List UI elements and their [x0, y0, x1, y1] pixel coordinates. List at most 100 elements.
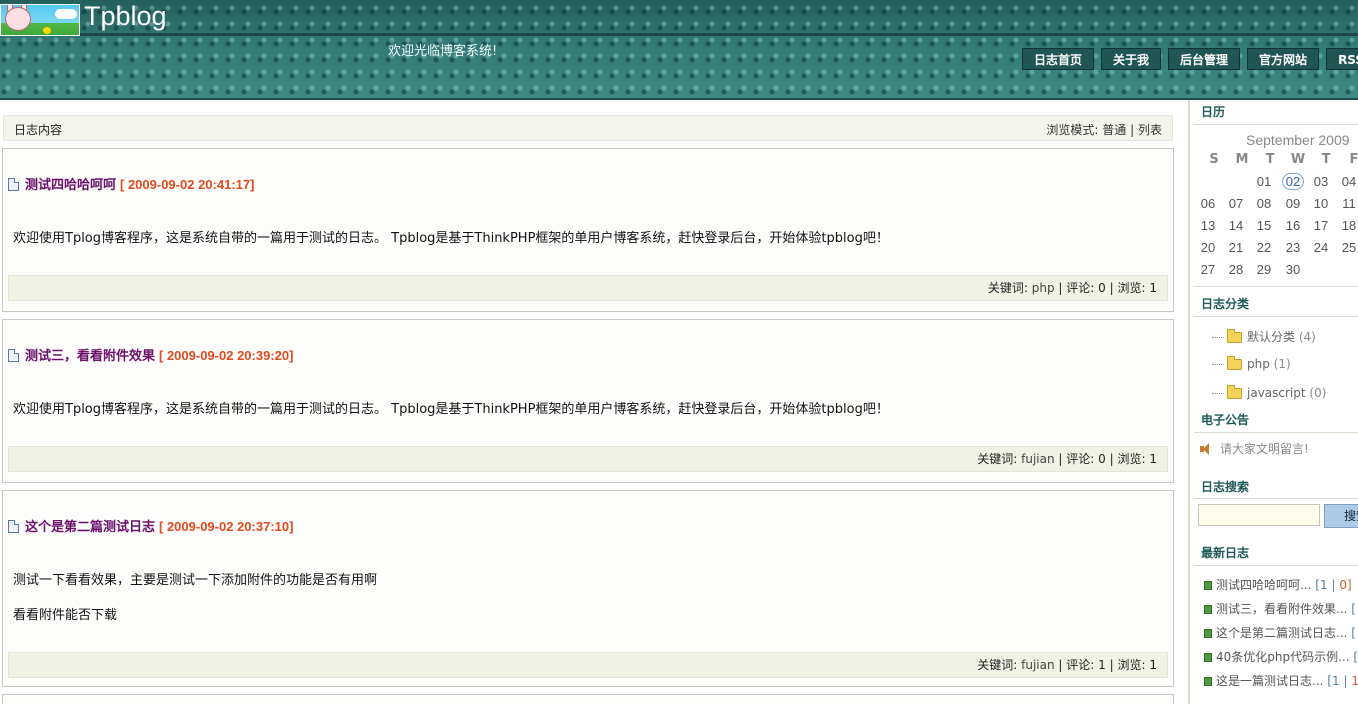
- search-input[interactable]: [1198, 504, 1320, 526]
- post-date: [ 2009-09-02 20:41:17]: [120, 177, 255, 192]
- latest-post-title[interactable]: 40条优化php代码示例...: [1216, 650, 1350, 664]
- calendar-day[interactable]: 16: [1282, 218, 1304, 233]
- post-title[interactable]: 这个是第二篇测试日志: [25, 520, 155, 535]
- calendar-day[interactable]: 28: [1225, 262, 1247, 277]
- post-body-line: 看看附件能否下载: [13, 608, 118, 623]
- post-title[interactable]: 测试三，看看附件效果: [25, 349, 155, 364]
- notice-title: 电子公告: [1201, 413, 1250, 427]
- latest-post-title[interactable]: 这是一篇测试日志...: [1216, 674, 1323, 688]
- calendar-day[interactable]: 11: [1338, 196, 1358, 211]
- nav-rss[interactable]: RSS: [1326, 48, 1358, 70]
- keyword-link[interactable]: fujian: [1021, 658, 1054, 672]
- calendar-day[interactable]: 21: [1225, 240, 1247, 255]
- calendar-day[interactable]: 07: [1225, 196, 1247, 211]
- keyword-link[interactable]: php: [1032, 281, 1055, 295]
- calendar-day[interactable]: 29: [1253, 262, 1275, 277]
- calendar-day[interactable]: 18: [1338, 218, 1358, 233]
- category-item[interactable]: php (1): [1212, 356, 1291, 371]
- post-body: 欢迎使用Tplog博客程序，这是系统自带的一篇用于测试的日志。 Tpblog是基…: [13, 402, 889, 417]
- sidebar: 日历 September 2009 S M T W T F 01 02 03 0…: [1188, 100, 1358, 704]
- content-bar: 日志内容 浏览模式: 普通 | 列表: [3, 115, 1173, 141]
- calendar-day[interactable]: 30: [1282, 262, 1304, 277]
- post-icon: [1204, 605, 1212, 614]
- comment-count[interactable]: 评论: 0: [1066, 281, 1106, 295]
- site-title[interactable]: Tpblog: [84, 1, 167, 32]
- latest-post-title[interactable]: 测试四哈哈呵呵...: [1216, 578, 1311, 592]
- calendar-day[interactable]: 14: [1225, 218, 1247, 233]
- document-icon: [8, 349, 19, 362]
- post-body: 欢迎使用Tplog博客程序，这是系统自带的一篇用于测试的日志。 Tpblog是基…: [13, 231, 889, 246]
- keywords-label: 关键词:: [977, 452, 1018, 466]
- latest-post-title[interactable]: 测试三，看看附件效果...: [1216, 602, 1347, 616]
- calendar-day[interactable]: 27: [1197, 262, 1219, 277]
- post-date: [ 2009-09-02 20:39:20]: [159, 348, 294, 363]
- latest-post-item[interactable]: 测试三，看看附件效果... [: [1204, 600, 1356, 617]
- calendar-day[interactable]: 08: [1253, 196, 1275, 211]
- calendar-day[interactable]: 22: [1253, 240, 1275, 255]
- category-name[interactable]: 默认分类: [1247, 330, 1295, 344]
- category-name[interactable]: javascript: [1247, 386, 1306, 400]
- calendar-day[interactable]: 17: [1310, 218, 1332, 233]
- calendar-weekday: F: [1349, 152, 1358, 167]
- category-name[interactable]: php: [1247, 357, 1270, 371]
- calendar-title: 日历: [1201, 105, 1226, 119]
- latest-title: 最新日志: [1201, 546, 1250, 560]
- notice-text: 请大家文明留言!: [1220, 442, 1309, 456]
- calendar-day[interactable]: 24: [1310, 240, 1332, 255]
- latest-post-item[interactable]: 这是一篇测试日志... [1 | 1: [1204, 672, 1358, 689]
- keywords-label: 关键词:: [977, 658, 1018, 672]
- categories-title: 日志分类: [1201, 297, 1250, 311]
- calendar-day[interactable]: 03: [1310, 174, 1332, 189]
- logo-image[interactable]: [0, 4, 80, 36]
- calendar-day[interactable]: 20: [1197, 240, 1219, 255]
- category-item[interactable]: 默认分类 (4): [1212, 328, 1316, 345]
- divider: [1194, 565, 1358, 566]
- calendar-day[interactable]: 04: [1338, 174, 1358, 189]
- calendar-day[interactable]: 23: [1282, 240, 1304, 255]
- divider: [1194, 316, 1358, 317]
- latest-post-item[interactable]: 这个是第二篇测试日志... [: [1204, 624, 1356, 641]
- calendar-day[interactable]: 06: [1197, 196, 1219, 211]
- post-icon: [1204, 677, 1212, 686]
- calendar-day[interactable]: 01: [1253, 174, 1275, 189]
- comment-count[interactable]: 评论: 1: [1066, 658, 1106, 672]
- comment-count[interactable]: 评论: 0: [1066, 452, 1106, 466]
- latest-post-count: [1: [1315, 578, 1328, 592]
- latest-post-item[interactable]: 40条优化php代码示例... [: [1204, 648, 1358, 665]
- divider: [1194, 286, 1358, 287]
- latest-post-title[interactable]: 这个是第二篇测试日志...: [1216, 626, 1347, 640]
- view-mode-list[interactable]: 列表: [1138, 123, 1162, 137]
- keyword-link[interactable]: fujian: [1021, 452, 1054, 466]
- document-icon: [8, 178, 19, 191]
- post-icon: [1204, 581, 1212, 590]
- calendar-day[interactable]: 13: [1197, 218, 1219, 233]
- nav-about[interactable]: 关于我: [1101, 48, 1162, 70]
- nav-home[interactable]: 日志首页: [1022, 48, 1095, 70]
- category-count: (4): [1298, 330, 1316, 344]
- speaker-icon: [1200, 443, 1212, 455]
- nav-admin[interactable]: 后台管理: [1168, 48, 1241, 70]
- post-title[interactable]: 测试四哈哈呵呵: [25, 178, 116, 193]
- calendar-day[interactable]: 25: [1338, 240, 1358, 255]
- calendar-weekday: S: [1209, 152, 1219, 167]
- divider: [1194, 124, 1358, 125]
- folder-icon: [1227, 385, 1242, 399]
- welcome-text: 欢迎光临博客系统!: [388, 44, 498, 59]
- calendar-day-today[interactable]: 02: [1282, 173, 1304, 190]
- post-icon: [1204, 653, 1212, 662]
- view-count: 浏览: 1: [1117, 658, 1158, 672]
- folder-icon: [1227, 356, 1242, 370]
- latest-post-item[interactable]: 测试四哈哈呵呵... [1 | 0]: [1204, 576, 1352, 593]
- category-count: (1): [1273, 357, 1291, 371]
- folder-icon: [1227, 329, 1242, 343]
- search-button[interactable]: 搜索: [1324, 504, 1358, 528]
- view-mode: 浏览模式: 普通 | 列表: [1046, 121, 1162, 138]
- view-mode-normal[interactable]: 普通: [1102, 123, 1126, 137]
- nav-official-site[interactable]: 官方网站: [1247, 48, 1320, 70]
- post-item: 测试四哈哈呵呵 [ 2009-09-02 20:41:17] 欢迎使用Tplog博…: [2, 148, 1174, 312]
- view-count: 浏览: 1: [1117, 452, 1158, 466]
- calendar-day[interactable]: 15: [1253, 218, 1275, 233]
- category-item[interactable]: javascript (0): [1212, 385, 1326, 400]
- calendar-day[interactable]: 10: [1310, 196, 1332, 211]
- calendar-day[interactable]: 09: [1282, 196, 1304, 211]
